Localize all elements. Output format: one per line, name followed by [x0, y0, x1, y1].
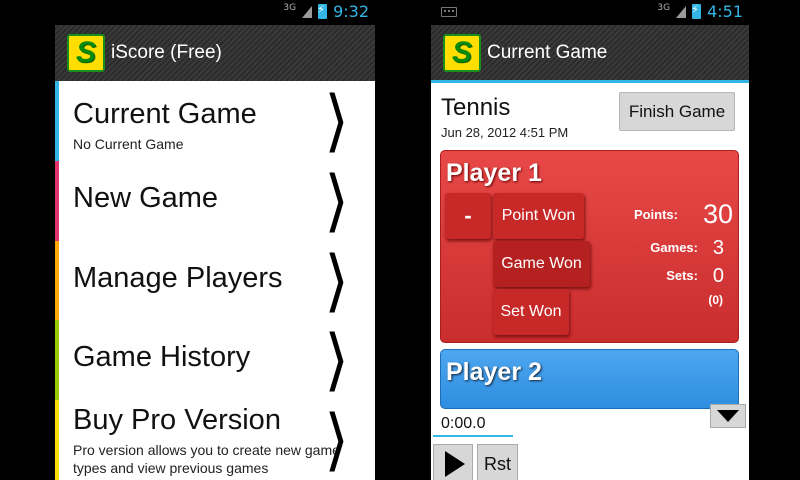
status-clock: 4:51	[707, 2, 743, 21]
game-won-button[interactable]: Game Won	[493, 241, 590, 287]
screen-title: Current Game	[487, 41, 608, 63]
battery-charging-icon	[317, 3, 328, 19]
game-panel: Tennis Jun 28, 2012 4:51 PM Finish Game …	[431, 83, 749, 480]
finish-game-button[interactable]: Finish Game	[619, 92, 735, 131]
minus-point-button[interactable]: -	[445, 193, 491, 239]
game-header: Tennis Jun 28, 2012 4:51 PM Finish Game	[431, 83, 749, 147]
points-value: 30	[702, 199, 733, 229]
status-bar: 3G 9:32	[55, 0, 375, 25]
player-name: Player 2	[446, 358, 542, 386]
play-icon	[445, 451, 465, 477]
play-button[interactable]	[433, 444, 473, 480]
games-label: Games:	[650, 240, 698, 255]
keyboard-icon	[441, 7, 457, 17]
player-2-card: Player 2	[440, 349, 739, 409]
status-clock: 9:32	[333, 2, 369, 21]
games-value: 3	[712, 237, 724, 259]
game-date: Jun 28, 2012 4:51 PM	[441, 125, 569, 140]
status-bar: 3G 4:51	[431, 0, 749, 25]
app-title: iScore (Free)	[111, 42, 222, 63]
current-game-screen: 3G 4:51 S Current Game Tennis Jun 28, 20…	[431, 0, 749, 480]
menu-item-manage-players[interactable]: Manage Players ❭	[55, 240, 375, 321]
player-1-card: Player 1 - Point Won Game Won Set Won Po…	[440, 150, 739, 343]
menu-item-game-history[interactable]: Game History ❭	[55, 320, 375, 401]
expand-button[interactable]	[710, 404, 746, 428]
signal-icon	[676, 5, 687, 18]
chevron-right-icon: ❭	[320, 322, 351, 393]
main-menu: Current Game No Current Game ❭ New Game …	[55, 81, 375, 480]
points-label: Points:	[633, 207, 678, 222]
sets-subtotal: (0)	[708, 293, 723, 307]
action-bar: S Current Game	[431, 25, 749, 83]
network-type: 3G	[657, 2, 671, 13]
timer-bar: 0:00.0 Rst	[431, 404, 749, 480]
app-logo-icon[interactable]: S	[67, 34, 105, 72]
menu-item-new-game[interactable]: New Game ❭	[55, 160, 375, 241]
chevron-right-icon: ❭	[320, 402, 351, 473]
sets-label: Sets:	[666, 268, 698, 283]
signal-icon	[302, 5, 313, 18]
chevron-down-icon	[717, 410, 739, 422]
app-logo-icon[interactable]: S	[443, 33, 481, 72]
chevron-right-icon: ❭	[320, 242, 351, 313]
game-title: Tennis	[441, 94, 511, 121]
chevron-right-icon: ❭	[320, 83, 351, 153]
menu-item-current-game[interactable]: Current Game No Current Game ❭	[55, 81, 375, 161]
reset-timer-button[interactable]: Rst	[477, 444, 518, 480]
sets-value: 0	[712, 265, 724, 287]
point-won-button[interactable]: Point Won	[493, 193, 584, 239]
action-bar: S iScore (Free)	[55, 25, 375, 81]
chevron-right-icon: ❭	[320, 162, 351, 233]
main-menu-screen: 3G 9:32 S iScore (Free) Current Game No …	[55, 0, 375, 480]
network-type: 3G	[283, 2, 297, 13]
menu-item-buy-pro[interactable]: Buy Pro Version Pro version allows you t…	[55, 400, 375, 480]
player-name: Player 1	[446, 159, 542, 187]
timer-display[interactable]: 0:00.0	[433, 413, 513, 437]
battery-charging-icon	[691, 3, 702, 19]
set-won-button[interactable]: Set Won	[493, 289, 569, 335]
